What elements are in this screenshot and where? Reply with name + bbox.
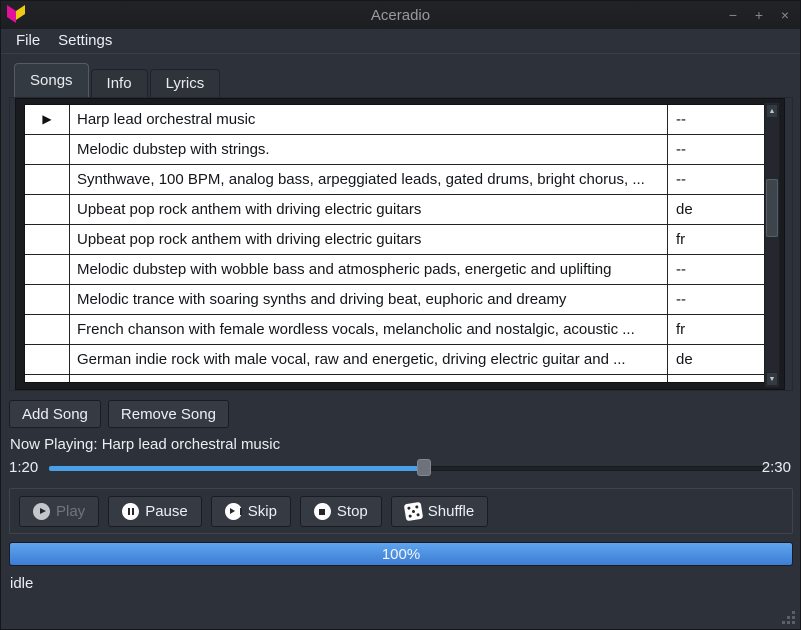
- song-playing-cell[interactable]: [25, 255, 70, 284]
- play-button[interactable]: Play: [19, 496, 99, 527]
- slider-handle[interactable]: [417, 459, 431, 476]
- song-title-cell[interactable]: Synthwave, 100 BPM, analog bass, arpeggi…: [70, 165, 668, 194]
- song-title-cell[interactable]: Melodic dubstep with wobble bass and atm…: [70, 255, 668, 284]
- progress-bar: 100%: [9, 542, 793, 566]
- title-bar: Aceradio − + ×: [1, 1, 800, 29]
- table-row[interactable]: [25, 375, 765, 383]
- scroll-down-button[interactable]: ▼: [766, 372, 778, 386]
- song-lang-cell[interactable]: --: [668, 105, 765, 134]
- library-buttons: Add Song Remove Song: [9, 400, 229, 428]
- songs-table-body: ▶ Harp lead orchestral music -- Melodic …: [24, 104, 766, 383]
- shuffle-button[interactable]: Shuffle: [391, 496, 488, 527]
- song-playing-cell[interactable]: [25, 225, 70, 254]
- seek-row: 1:20 2:30: [1, 457, 800, 479]
- song-playing-cell[interactable]: ▶: [25, 105, 70, 134]
- menu-item-settings[interactable]: Settings: [49, 29, 121, 53]
- song-title-cell[interactable]: German indie rock with male vocal, raw a…: [70, 345, 668, 374]
- tab-songs[interactable]: Songs: [14, 63, 89, 97]
- menu-item-file[interactable]: File: [7, 29, 49, 53]
- seek-slider[interactable]: [49, 457, 763, 479]
- remove-song-button[interactable]: Remove Song: [108, 400, 229, 428]
- slider-fill: [49, 466, 424, 471]
- vertical-scrollbar[interactable]: ▲ ▼: [764, 102, 780, 388]
- minimize-button[interactable]: −: [720, 3, 746, 27]
- song-title-cell[interactable]: Melodic dubstep with strings.: [70, 135, 668, 164]
- table-row[interactable]: Melodic dubstep with strings. --: [25, 135, 765, 165]
- song-playing-cell[interactable]: [25, 315, 70, 344]
- song-playing-cell[interactable]: [25, 285, 70, 314]
- menu-bar: File Settings: [1, 29, 800, 54]
- table-row[interactable]: Synthwave, 100 BPM, analog bass, arpeggi…: [25, 165, 765, 195]
- resize-grip[interactable]: [782, 611, 796, 625]
- song-playing-cell[interactable]: [25, 375, 70, 383]
- table-row[interactable]: Melodic dubstep with wobble bass and atm…: [25, 255, 765, 285]
- table-row[interactable]: French chanson with female wordless voca…: [25, 315, 765, 345]
- tab-bar: Songs Info Lyrics: [14, 63, 222, 97]
- pause-icon: [122, 503, 139, 520]
- song-lang-cell[interactable]: fr: [668, 315, 765, 344]
- song-playing-cell[interactable]: [25, 135, 70, 164]
- shuffle-icon: [404, 502, 423, 521]
- stop-icon: [314, 503, 331, 520]
- song-playing-cell[interactable]: [25, 165, 70, 194]
- table-row[interactable]: Upbeat pop rock anthem with driving elec…: [25, 225, 765, 255]
- playback-buttons: Play Pause Skip Stop Shuffle: [10, 489, 792, 527]
- elapsed-time: 1:20: [9, 459, 38, 476]
- song-lang-cell[interactable]: de: [668, 195, 765, 224]
- song-playing-cell[interactable]: [25, 195, 70, 224]
- play-icon: [33, 503, 50, 520]
- stop-button[interactable]: Stop: [300, 496, 382, 527]
- song-lang-cell[interactable]: --: [668, 135, 765, 164]
- playback-controls-frame: Play Pause Skip Stop Shuffle: [9, 488, 793, 534]
- song-lang-cell[interactable]: [668, 375, 765, 383]
- songs-tab-pane: ▶ Harp lead orchestral music -- Melodic …: [9, 97, 793, 391]
- song-title-cell[interactable]: Harp lead orchestral music: [70, 105, 668, 134]
- now-playing-label: Now Playing: Harp lead orchestral music: [10, 436, 280, 453]
- tab-lyrics[interactable]: Lyrics: [150, 69, 221, 97]
- window-controls: − + ×: [720, 1, 798, 29]
- scroll-up-button[interactable]: ▲: [766, 104, 778, 118]
- table-row[interactable]: Melodic trance with soaring synths and d…: [25, 285, 765, 315]
- app-window: Aceradio − + × File Settings Songs Info …: [0, 0, 801, 630]
- skip-icon: [225, 503, 242, 520]
- song-lang-cell[interactable]: --: [668, 285, 765, 314]
- song-title-cell[interactable]: Upbeat pop rock anthem with driving elec…: [70, 195, 668, 224]
- song-title-cell[interactable]: [70, 375, 668, 383]
- song-title-cell[interactable]: Upbeat pop rock anthem with driving elec…: [70, 225, 668, 254]
- table-row[interactable]: German indie rock with male vocal, raw a…: [25, 345, 765, 375]
- song-lang-cell[interactable]: de: [668, 345, 765, 374]
- tab-info[interactable]: Info: [91, 69, 148, 97]
- table-row[interactable]: ▶ Harp lead orchestral music --: [25, 105, 765, 135]
- window-title: Aceradio: [1, 7, 800, 24]
- close-button[interactable]: ×: [772, 3, 798, 27]
- progress-bar-label: 100%: [10, 543, 792, 566]
- song-lang-cell[interactable]: --: [668, 165, 765, 194]
- skip-button[interactable]: Skip: [211, 496, 291, 527]
- songs-table: ▶ Harp lead orchestral music -- Melodic …: [15, 98, 785, 390]
- pause-button[interactable]: Pause: [108, 496, 202, 527]
- add-song-button[interactable]: Add Song: [9, 400, 101, 428]
- song-lang-cell[interactable]: fr: [668, 225, 765, 254]
- song-title-cell[interactable]: Melodic trance with soaring synths and d…: [70, 285, 668, 314]
- total-time: 2:30: [762, 459, 791, 476]
- status-text: idle: [10, 575, 33, 592]
- song-title-cell[interactable]: French chanson with female wordless voca…: [70, 315, 668, 344]
- maximize-button[interactable]: +: [746, 3, 772, 27]
- table-row[interactable]: Upbeat pop rock anthem with driving elec…: [25, 195, 765, 225]
- scrollbar-thumb[interactable]: [766, 179, 778, 237]
- song-lang-cell[interactable]: --: [668, 255, 765, 284]
- song-playing-cell[interactable]: [25, 345, 70, 374]
